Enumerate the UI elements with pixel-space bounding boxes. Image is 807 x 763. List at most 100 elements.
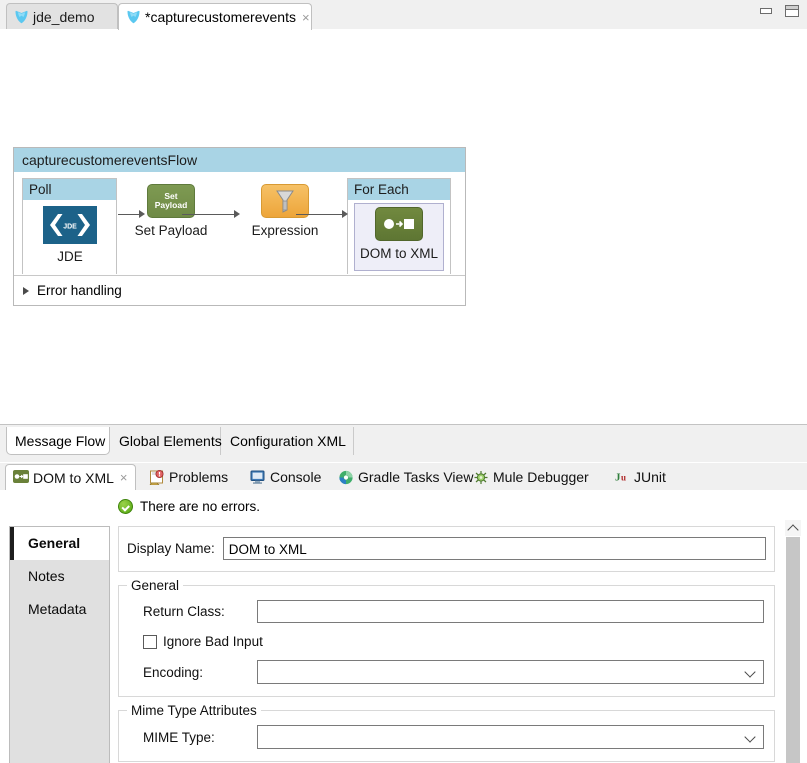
flow-title: capturecustomereventsFlow [14, 148, 465, 172]
node-dom-to-xml[interactable]: DOM to XML [353, 207, 445, 261]
editor-tab-label: *capturecustomerevents [145, 9, 296, 25]
tab-global-elements[interactable]: Global Elements [111, 427, 222, 455]
return-class-label: Return Class: [143, 604, 225, 619]
node-label: JDE [57, 249, 83, 264]
view-tab-gradle-tasks-view[interactable]: Gradle Tasks View [331, 464, 480, 490]
view-tab-label: Gradle Tasks View [358, 469, 474, 485]
side-tab-metadata[interactable]: Metadata [10, 593, 109, 626]
editor-view-tabs: Message Flow Global Elements Configurati… [0, 424, 807, 456]
mule-studio-window: jde_demo *capturecustomerevents × captur… [0, 0, 807, 763]
dom-to-xml-icon [375, 207, 423, 241]
scrollbar-thumb[interactable] [786, 537, 800, 763]
field-return-class: Return Class: [129, 600, 764, 623]
mule-icon [14, 10, 29, 24]
problems-icon [149, 469, 165, 485]
view-tab-label: Problems [169, 469, 229, 485]
gradle-icon [338, 470, 354, 485]
side-tab-label: Notes [28, 568, 65, 584]
node-jde[interactable]: JDE JDE [24, 206, 116, 264]
editor-tab-bar: jde_demo *capturecustomerevents × [0, 0, 807, 30]
field-mime-type: MIME Type: [129, 725, 764, 749]
error-handling-label: Error handling [37, 283, 122, 298]
mule-icon [126, 10, 141, 24]
scope-for-each[interactable]: For Each DOM to XML [347, 178, 451, 274]
properties-tab-bar: DOM to XML × Problems Console Gradle Tas… [0, 463, 807, 491]
mime-type-select[interactable] [257, 725, 764, 749]
properties-body: There are no errors. General Notes Metad… [0, 490, 807, 763]
set-payload-icon-text: Set Payload [154, 190, 188, 210]
minimize-button[interactable] [759, 5, 773, 17]
view-tab-label: Console [270, 469, 322, 485]
jde-connector-icon: JDE [43, 206, 97, 244]
group-mime-type-attributes: Mime Type Attributes MIME Type: [118, 703, 775, 762]
display-name-row: Display Name: DOM to XML [118, 526, 775, 572]
console-icon [250, 470, 266, 485]
scope-body: JDE JDE [23, 200, 116, 274]
svg-text:JDE: JDE [63, 224, 77, 231]
close-icon[interactable]: × [120, 471, 128, 484]
status-text: There are no errors. [140, 499, 261, 514]
flow-body: Poll JDE JDE Set Payload Set Payload Exp… [14, 172, 465, 276]
tab-message-flow[interactable]: Message Flow [6, 427, 110, 455]
scope-title: For Each [348, 179, 450, 200]
flow-container[interactable]: capturecustomereventsFlow Poll JDE JDE S… [13, 147, 466, 306]
tab-label: Configuration XML [230, 433, 346, 449]
connector-arrow [296, 210, 348, 219]
flow-canvas[interactable]: capturecustomereventsFlow Poll JDE JDE S… [0, 29, 807, 425]
view-tab-label: JUnit [634, 469, 666, 485]
encoding-select[interactable] [257, 660, 764, 684]
editor-tab-jde-demo[interactable]: jde_demo [6, 3, 118, 29]
error-handling-row[interactable]: Error handling [14, 276, 465, 305]
mule-debugger-icon [473, 470, 489, 485]
properties-panel: DOM to XML × Problems Console Gradle Tas… [0, 462, 807, 763]
node-label: Expression [251, 223, 319, 238]
svg-text:u: u [621, 472, 626, 482]
field-ignore-bad-input[interactable]: Ignore Bad Input [129, 634, 764, 649]
scroll-up-arrow-icon[interactable] [785, 520, 801, 536]
group-title: Mime Type Attributes [127, 703, 261, 718]
scope-body: DOM to XML [348, 200, 450, 274]
ignore-bad-input-checkbox[interactable] [143, 634, 157, 649]
scope-poll[interactable]: Poll JDE JDE [22, 178, 117, 274]
view-tab-mule-debugger[interactable]: Mule Debugger [466, 464, 596, 490]
group-general: General Return Class: Ignore Bad Input E… [118, 578, 775, 697]
mime-type-label: MIME Type: [143, 729, 215, 745]
view-tab-problems[interactable]: Problems [142, 464, 235, 490]
editor-area: jde_demo *capturecustomerevents × captur… [0, 0, 807, 456]
connector-arrow [182, 210, 240, 219]
view-tab-label: DOM to XML [33, 469, 114, 486]
view-tab-label: Mule Debugger [493, 469, 589, 485]
field-encoding: Encoding: [129, 660, 764, 684]
maximize-button[interactable] [785, 5, 799, 17]
editor-tab-capturecustomerevents[interactable]: *capturecustomerevents × [118, 3, 312, 30]
side-tab-general[interactable]: General [10, 527, 109, 560]
junit-icon: J u [614, 470, 630, 485]
success-check-icon [118, 499, 133, 514]
return-class-input[interactable] [257, 600, 764, 623]
view-tab-console[interactable]: Console [243, 464, 328, 490]
tab-label: Message Flow [15, 432, 106, 449]
expand-triangle-icon[interactable] [23, 286, 29, 295]
properties-side-tabs: General Notes Metadata [9, 526, 110, 763]
node-label: Set Payload [134, 223, 208, 238]
side-tab-notes[interactable]: Notes [10, 560, 109, 593]
side-tab-label: General [28, 535, 81, 551]
close-icon[interactable]: × [302, 11, 310, 24]
editor-tab-label: jde_demo [33, 8, 95, 25]
display-name-input[interactable]: DOM to XML [222, 537, 766, 560]
status-message: There are no errors. [118, 499, 260, 514]
properties-vertical-scrollbar[interactable] [785, 520, 801, 763]
encoding-label: Encoding: [143, 664, 204, 680]
tab-configuration-xml[interactable]: Configuration XML [222, 427, 354, 455]
view-tab-junit[interactable]: J u JUnit [607, 464, 673, 490]
group-title: General [127, 578, 184, 593]
tab-label: Global Elements [119, 433, 222, 449]
view-tab-dom-to-xml[interactable]: DOM to XML × [5, 464, 136, 490]
side-tab-label: Metadata [28, 601, 87, 617]
dom-to-xml-icon [13, 470, 29, 485]
connector-arrow [118, 210, 145, 219]
display-name-label: Display Name: [127, 541, 215, 556]
properties-form: Display Name: DOM to XML General Return … [118, 526, 775, 763]
chevron-down-icon [744, 731, 756, 743]
scope-title: Poll [23, 179, 116, 200]
